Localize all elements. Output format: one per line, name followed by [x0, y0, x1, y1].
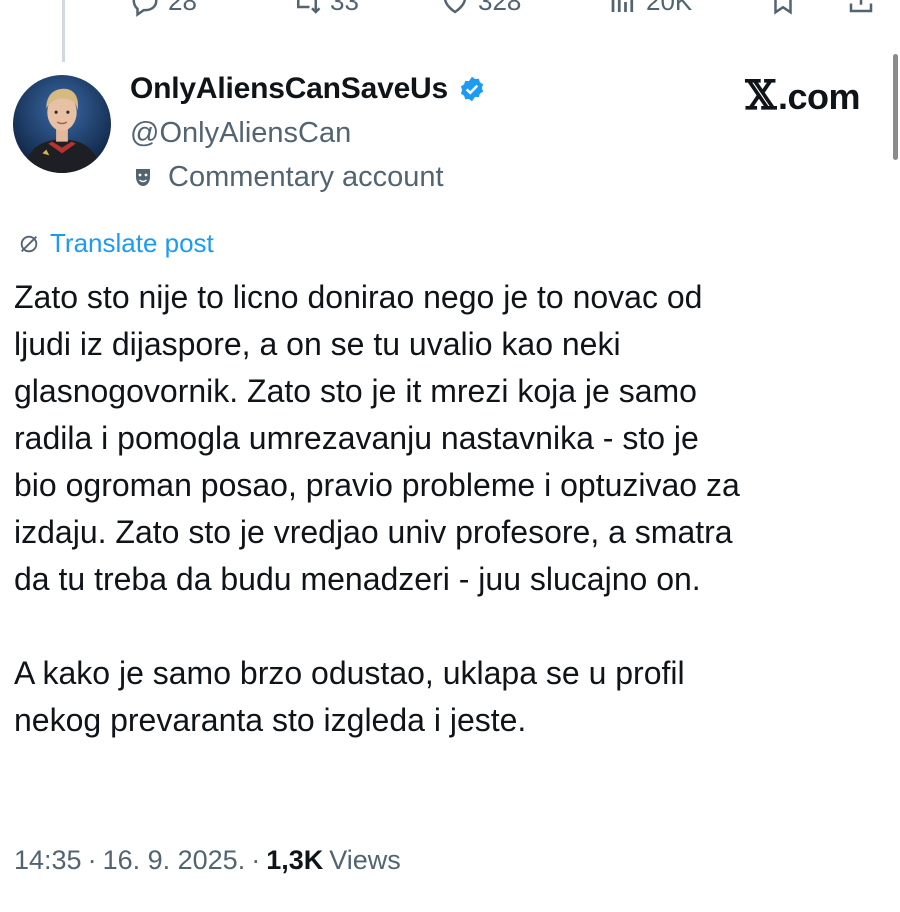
account-label: Commentary account — [134, 161, 444, 194]
verified-badge-icon — [460, 76, 484, 102]
scrollbar[interactable] — [893, 54, 898, 160]
avatar-image — [13, 75, 111, 173]
post-views-label: Views — [329, 845, 401, 875]
repost-button[interactable]: 33 — [292, 0, 359, 17]
heart-icon — [444, 0, 466, 13]
meta-separator: · — [251, 845, 261, 875]
account-label-text: Commentary account — [168, 161, 444, 193]
post-action-bar: 28 33 328 20K — [0, 0, 900, 17]
tweet-screenshot: 28 33 328 20K OnlyAliensCanSaveUs @OnlyA… — [0, 0, 900, 912]
translate-post-label[interactable]: Translate post — [50, 228, 214, 259]
avatar[interactable] — [13, 75, 111, 173]
x-com-watermark: 𝕏 .com — [745, 72, 860, 119]
views-icon — [611, 0, 634, 12]
post-line: Zato sto nije to licno donirao nego je t… — [14, 279, 703, 315]
like-button[interactable]: 328 — [440, 0, 521, 17]
post-line: izdaju. Zato sto je vredjao univ profeso… — [14, 514, 733, 550]
post-line: nekog prevaranta sto izgleda i jeste. — [14, 702, 527, 738]
post-line: glasnogovornik. Zato sto je it mrezi koj… — [14, 373, 697, 409]
post-meta: 14:35 · 16. 9. 2025. · 1,3K Views — [14, 845, 401, 876]
views-count: 20K — [646, 0, 693, 16]
author-display-name[interactable]: OnlyAliensCanSaveUs — [130, 72, 448, 106]
post-line: da tu treba da budu menadzeri - juu sluc… — [14, 561, 701, 597]
theater-masks-icon — [136, 168, 150, 186]
post-time[interactable]: 14:35 — [14, 845, 82, 876]
reply-count: 28 — [168, 0, 197, 16]
repost-count: 33 — [330, 0, 359, 16]
post-line: radila i pomogla umrezavanju nastavnika … — [14, 420, 699, 456]
share-button[interactable] — [846, 0, 876, 16]
views-button[interactable]: 20K — [608, 0, 692, 17]
author-handle[interactable]: @OnlyAliensCan — [130, 117, 351, 150]
author-name-row[interactable]: OnlyAliensCanSaveUs — [130, 72, 486, 106]
repost-icon — [297, 0, 321, 14]
bookmark-button[interactable] — [768, 0, 798, 16]
post-line: ljudi iz dijaspore, a on se tu uvalio ka… — [14, 326, 621, 362]
post-line: bio ogroman posao, pravio probleme i opt… — [14, 467, 740, 503]
reply-icon — [132, 0, 158, 17]
meta-separator: · — [87, 845, 97, 875]
bookmark-icon — [774, 0, 792, 15]
thread-connector-line — [62, 0, 65, 62]
like-count: 328 — [478, 0, 522, 16]
post-line: A kako je samo brzo odustao, uklapa se u… — [14, 655, 685, 691]
reply-button[interactable]: 28 — [130, 0, 197, 17]
share-icon — [849, 0, 873, 13]
translate-icon — [20, 235, 38, 252]
post-view-count: 1,3K — [266, 845, 324, 875]
post-text: Zato sto nije to licno donirao nego je t… — [14, 274, 894, 744]
brand-domain: .com — [777, 76, 861, 117]
post-date[interactable]: 16. 9. 2025. — [103, 845, 246, 876]
x-logo-icon: 𝕏 — [745, 72, 776, 119]
translate-post-link[interactable]: Translate post — [18, 228, 214, 259]
